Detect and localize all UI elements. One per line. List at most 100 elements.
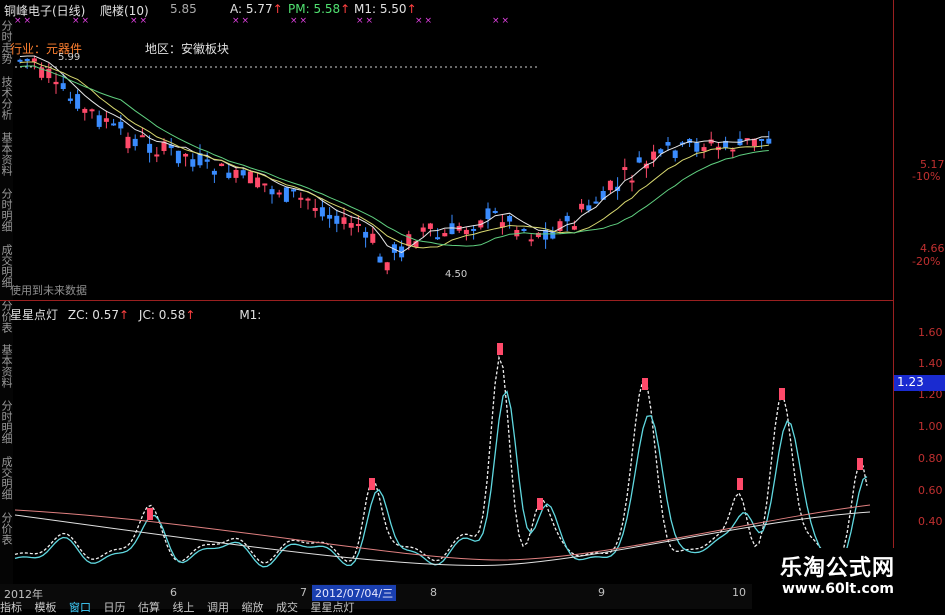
x-axis-label: 7 <box>300 586 307 599</box>
candle-body <box>528 239 534 242</box>
candle-body <box>370 233 376 243</box>
signal-marker <box>369 478 375 490</box>
signal-marker <box>642 378 648 390</box>
candle-body <box>622 167 628 171</box>
candle-body <box>355 223 361 226</box>
candle-body <box>492 210 498 213</box>
candle-body <box>125 136 131 149</box>
candle-body <box>384 262 390 271</box>
stock-chart[interactable] <box>0 0 945 609</box>
tab-zoom[interactable]: 缩放 <box>242 601 264 614</box>
candle-body <box>190 159 196 167</box>
ma-line-green <box>19 65 769 247</box>
candle-body <box>665 142 671 146</box>
candle-body <box>593 201 599 204</box>
signal-marker <box>537 498 543 510</box>
candle-body <box>694 142 700 152</box>
ma-line-white <box>19 55 769 254</box>
candle-body <box>348 223 354 228</box>
candle-body <box>420 227 426 232</box>
candle-body <box>240 170 246 176</box>
candle-body <box>118 121 124 129</box>
tab-estimate[interactable]: 估算 <box>138 601 160 614</box>
candle-body <box>219 163 225 167</box>
candle-body <box>377 256 383 263</box>
candle-body <box>319 207 325 217</box>
tab-window[interactable]: 窗口 <box>69 601 91 614</box>
candle-body <box>96 115 102 127</box>
candle-body <box>571 226 577 230</box>
candle-body <box>247 171 253 184</box>
candle-body <box>579 203 585 210</box>
candle-body <box>67 98 73 101</box>
candle-body <box>183 153 189 157</box>
candle-body <box>327 214 333 219</box>
tab-volume[interactable]: 成交 <box>276 601 298 614</box>
signal-marker <box>147 508 153 520</box>
candle-body <box>427 223 433 229</box>
candle-body <box>233 169 239 178</box>
watermark: 乐淘公式网 www.60lt.com <box>752 548 945 609</box>
candle-body <box>766 138 772 144</box>
candle-body <box>291 189 297 192</box>
candle-body <box>255 177 261 188</box>
candle-body <box>24 58 30 61</box>
candle-body <box>442 233 448 237</box>
tab-template[interactable]: 模板 <box>35 601 57 614</box>
candle-body <box>139 135 145 138</box>
candle-body <box>283 187 289 202</box>
candle-body <box>759 138 765 141</box>
candle-body <box>269 189 275 195</box>
x-axis-label: 10 <box>732 586 746 599</box>
candle-body <box>564 215 570 222</box>
candle-body <box>341 217 347 224</box>
panel-divider[interactable] <box>0 300 893 301</box>
signal-marker <box>497 343 503 355</box>
candle-body <box>463 229 469 235</box>
candle-body <box>31 58 37 62</box>
candle-body <box>449 223 455 235</box>
x-axis-label: 6 <box>170 586 177 599</box>
candle-body <box>103 118 109 122</box>
candle-body <box>406 234 412 246</box>
watermark-url: www.60lt.com <box>782 581 895 597</box>
candle-body <box>132 138 138 147</box>
tab-xingxing[interactable]: 星星点灯 <box>311 601 355 614</box>
candle-body <box>89 109 95 112</box>
candle-body <box>507 215 513 222</box>
candle-body <box>730 149 736 152</box>
candle-body <box>629 180 635 183</box>
ma-line-yellow <box>19 61 769 249</box>
tab-calendar[interactable]: 日历 <box>104 601 126 614</box>
tab-indicator[interactable]: 指标 <box>0 601 22 614</box>
tab-call[interactable]: 调用 <box>207 601 229 614</box>
candle-body <box>226 172 232 178</box>
indicator-panel <box>14 343 871 568</box>
candle-body <box>607 180 613 191</box>
candle-body <box>111 123 117 126</box>
candle-body <box>276 192 282 195</box>
candle-body <box>262 183 268 186</box>
candle-body <box>312 207 318 211</box>
candle-body <box>435 237 441 240</box>
price-panel <box>15 55 772 275</box>
candle-body <box>363 231 369 238</box>
candle-body <box>636 157 642 163</box>
candle-body <box>334 215 340 224</box>
candle-body <box>701 147 707 152</box>
signal-marker <box>779 388 785 400</box>
signal-marker <box>737 478 743 490</box>
candle-body <box>204 159 210 162</box>
candle-body <box>672 150 678 158</box>
candle-body <box>651 151 657 160</box>
candle-body <box>485 208 491 220</box>
candle-body <box>147 143 153 153</box>
tab-online[interactable]: 线上 <box>173 601 195 614</box>
right-axis-line <box>893 0 894 595</box>
candle-body <box>298 197 304 200</box>
candle-body <box>60 83 66 89</box>
candle-body <box>17 59 23 62</box>
watermark-name: 乐淘公式网 <box>780 555 896 581</box>
candle-body <box>471 228 477 231</box>
candle-body <box>53 81 59 85</box>
